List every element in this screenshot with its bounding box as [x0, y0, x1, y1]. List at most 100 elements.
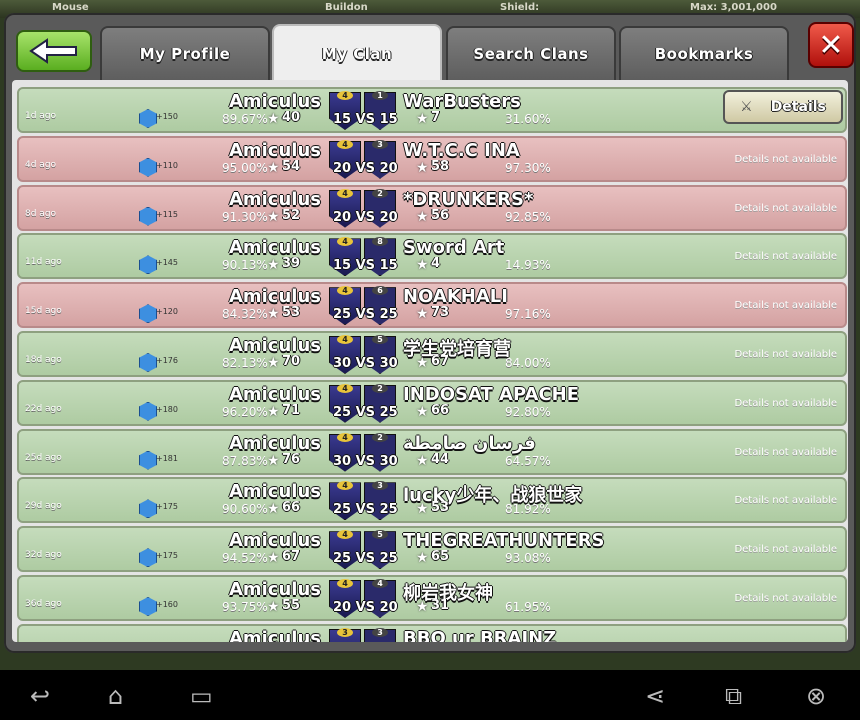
swords-icon: ⚔: [740, 99, 753, 115]
our-clan-level: 3: [337, 627, 353, 637]
opponent-destruction-pct: 81.92%: [505, 502, 551, 517]
opponent-destruction-pct: 97.16%: [505, 307, 551, 322]
war-log-row[interactable]: 22d ago +180 Amiculus 96.20% ★ 71 4 2 25…: [17, 379, 847, 426]
star-icon: ★: [416, 159, 429, 176]
opponent-clan-level: 2: [372, 188, 388, 198]
our-destruction-pct: 89.67%: [222, 112, 268, 126]
opponent-clan-level: 3: [372, 627, 388, 637]
tab-my-clan[interactable]: My Clan: [272, 24, 442, 82]
opponent-stars: 44: [431, 451, 450, 467]
war-log-row[interactable]: 4d ago +110 Amiculus 95.00% ★ 54 4 3 20 …: [17, 135, 847, 182]
details-button[interactable]: ⚔ Details: [723, 90, 843, 124]
screen-icon[interactable]: ⧉: [725, 682, 742, 710]
opponent-destruction-pct: 97.30%: [505, 160, 551, 175]
war-log-list[interactable]: 1d ago +150 Amiculus 89.67% ★ 40 4 1 15 …: [12, 80, 848, 642]
tab-bookmarks[interactable]: Bookmarks: [619, 26, 789, 80]
our-stars: 70: [282, 354, 301, 369]
star-icon: ★: [267, 452, 280, 469]
details-not-available: Details not available: [734, 446, 837, 458]
war-xp: +110: [156, 160, 178, 170]
war-log-row[interactable]: 32d ago +175 Amiculus 94.52% ★ 67 4 5 25…: [17, 526, 847, 573]
our-clan-level: 4: [337, 335, 353, 344]
our-clan-level: 4: [337, 432, 353, 442]
opponent-destruction-pct: 64.57%: [505, 453, 551, 468]
star-icon: ★: [416, 452, 429, 469]
our-clan-level: 4: [337, 188, 353, 198]
war-log-row[interactable]: 8d ago +115 Amiculus 91.30% ★ 52 4 2 20 …: [17, 184, 847, 231]
our-destruction-pct: 93.75%: [222, 600, 268, 614]
our-stars: 67: [282, 549, 301, 565]
recents-nav-icon[interactable]: ▭: [190, 682, 213, 710]
details-not-available: Details not available: [734, 300, 837, 312]
details-label: Details: [770, 99, 826, 115]
war-xp: +180: [156, 404, 178, 414]
opponent-destruction-pct: 92.80%: [505, 404, 551, 419]
war-size: 30 VS 30: [333, 356, 398, 371]
details-not-available: Details not available: [734, 349, 837, 360]
xp-icon: [139, 304, 157, 324]
tab-my-profile[interactable]: My Profile: [100, 26, 270, 80]
opponent-clan-name: BBQ ur BRAINZ: [403, 627, 557, 642]
our-clan-name: Amiculus: [228, 139, 321, 161]
android-nav-bar: ↩ ⌂ ▭ ⋖ ⧉ ⊗: [0, 670, 860, 720]
war-size: 25 VS 25: [333, 502, 398, 518]
our-clan-level: 4: [337, 383, 353, 393]
share-icon[interactable]: ⋖: [645, 682, 665, 710]
war-size: 20 VS 20: [333, 160, 398, 176]
opponent-destruction-pct: 92.85%: [505, 209, 551, 224]
our-destruction-pct: 96.20%: [222, 404, 268, 419]
war-xp: +120: [156, 307, 178, 317]
war-size: 30 VS 30: [333, 453, 398, 469]
star-icon: ★: [267, 355, 280, 371]
opponent-stars: 53: [431, 500, 450, 516]
star-icon: ★: [416, 208, 429, 225]
war-log-row[interactable]: 11d ago +145 Amiculus 90.13% ★ 39 4 8 15…: [17, 233, 847, 280]
xp-icon: [139, 597, 157, 616]
opponent-clan-name: *DRUNKERS*: [403, 188, 534, 210]
war-log-row[interactable]: 1d ago +150 Amiculus 89.67% ★ 40 4 1 15 …: [17, 87, 847, 133]
star-icon: ★: [416, 403, 429, 420]
details-not-available: Details not available: [734, 202, 837, 214]
war-log-row[interactable]: 29d ago +175 Amiculus 90.60% ★ 66 4 3 25…: [17, 477, 847, 524]
star-icon: ★: [416, 306, 429, 323]
war-log-row[interactable]: 15d ago +120 Amiculus 84.32% ★ 53 4 6 25…: [17, 282, 847, 329]
our-destruction-pct: 91.30%: [222, 209, 268, 224]
war-xp: +160: [156, 600, 178, 609]
opponent-clan-level: 2: [372, 432, 388, 442]
xp-icon: [139, 255, 157, 275]
opponent-clan-level: 4: [372, 579, 388, 588]
our-clan-name: Amiculus: [228, 627, 321, 642]
war-log-row[interactable]: 36d ago +160 Amiculus 93.75% ★ 55 4 4 20…: [17, 575, 847, 621]
war-age: 8d ago: [25, 208, 57, 219]
our-clan-name: Amiculus: [228, 237, 321, 259]
opponent-destruction-pct: 31.60%: [505, 112, 551, 126]
opponent-destruction-pct: 93.08%: [505, 551, 551, 566]
our-destruction-pct: 87.83%: [222, 453, 268, 468]
close-button[interactable]: ✕: [808, 22, 854, 68]
home-nav-icon[interactable]: ⌂: [108, 682, 123, 710]
details-not-available: Details not available: [734, 544, 837, 556]
xp-icon: [139, 109, 157, 128]
star-icon: ★: [267, 111, 280, 127]
war-xp: +175: [156, 502, 178, 512]
opponent-stars: 4: [431, 256, 441, 272]
opponent-clan-name: W.T.C.C INA: [403, 139, 520, 161]
tab-search-clans[interactable]: Search Clans: [446, 26, 616, 80]
war-log-row[interactable]: 18d ago +176 Amiculus 82.13% ★ 70 4 5 30…: [17, 331, 847, 377]
war-log-row[interactable]: 25d ago +181 Amiculus 87.83% ★ 76 4 2 30…: [17, 428, 847, 475]
opponent-stars: 7: [431, 110, 441, 125]
our-destruction-pct: 94.52%: [222, 551, 268, 566]
details-not-available: Details not available: [734, 593, 837, 604]
back-button[interactable]: [16, 30, 92, 72]
star-icon: ★: [416, 355, 429, 371]
close-x-icon: ✕: [818, 27, 844, 63]
opponent-clan-name: lucky少年、战狼世家: [403, 485, 583, 507]
back-nav-icon[interactable]: ↩: [30, 682, 50, 710]
war-log-row[interactable]: Amiculus 3 3 BBQ ur BRAINZ: [17, 623, 847, 642]
war-age: 11d ago: [25, 257, 62, 268]
war-age: 25d ago: [25, 452, 62, 463]
war-xp: +115: [156, 209, 178, 219]
our-clan-level: 4: [337, 139, 353, 149]
our-clan-name: Amiculus: [228, 383, 321, 405]
close-circle-icon[interactable]: ⊗: [806, 682, 826, 710]
